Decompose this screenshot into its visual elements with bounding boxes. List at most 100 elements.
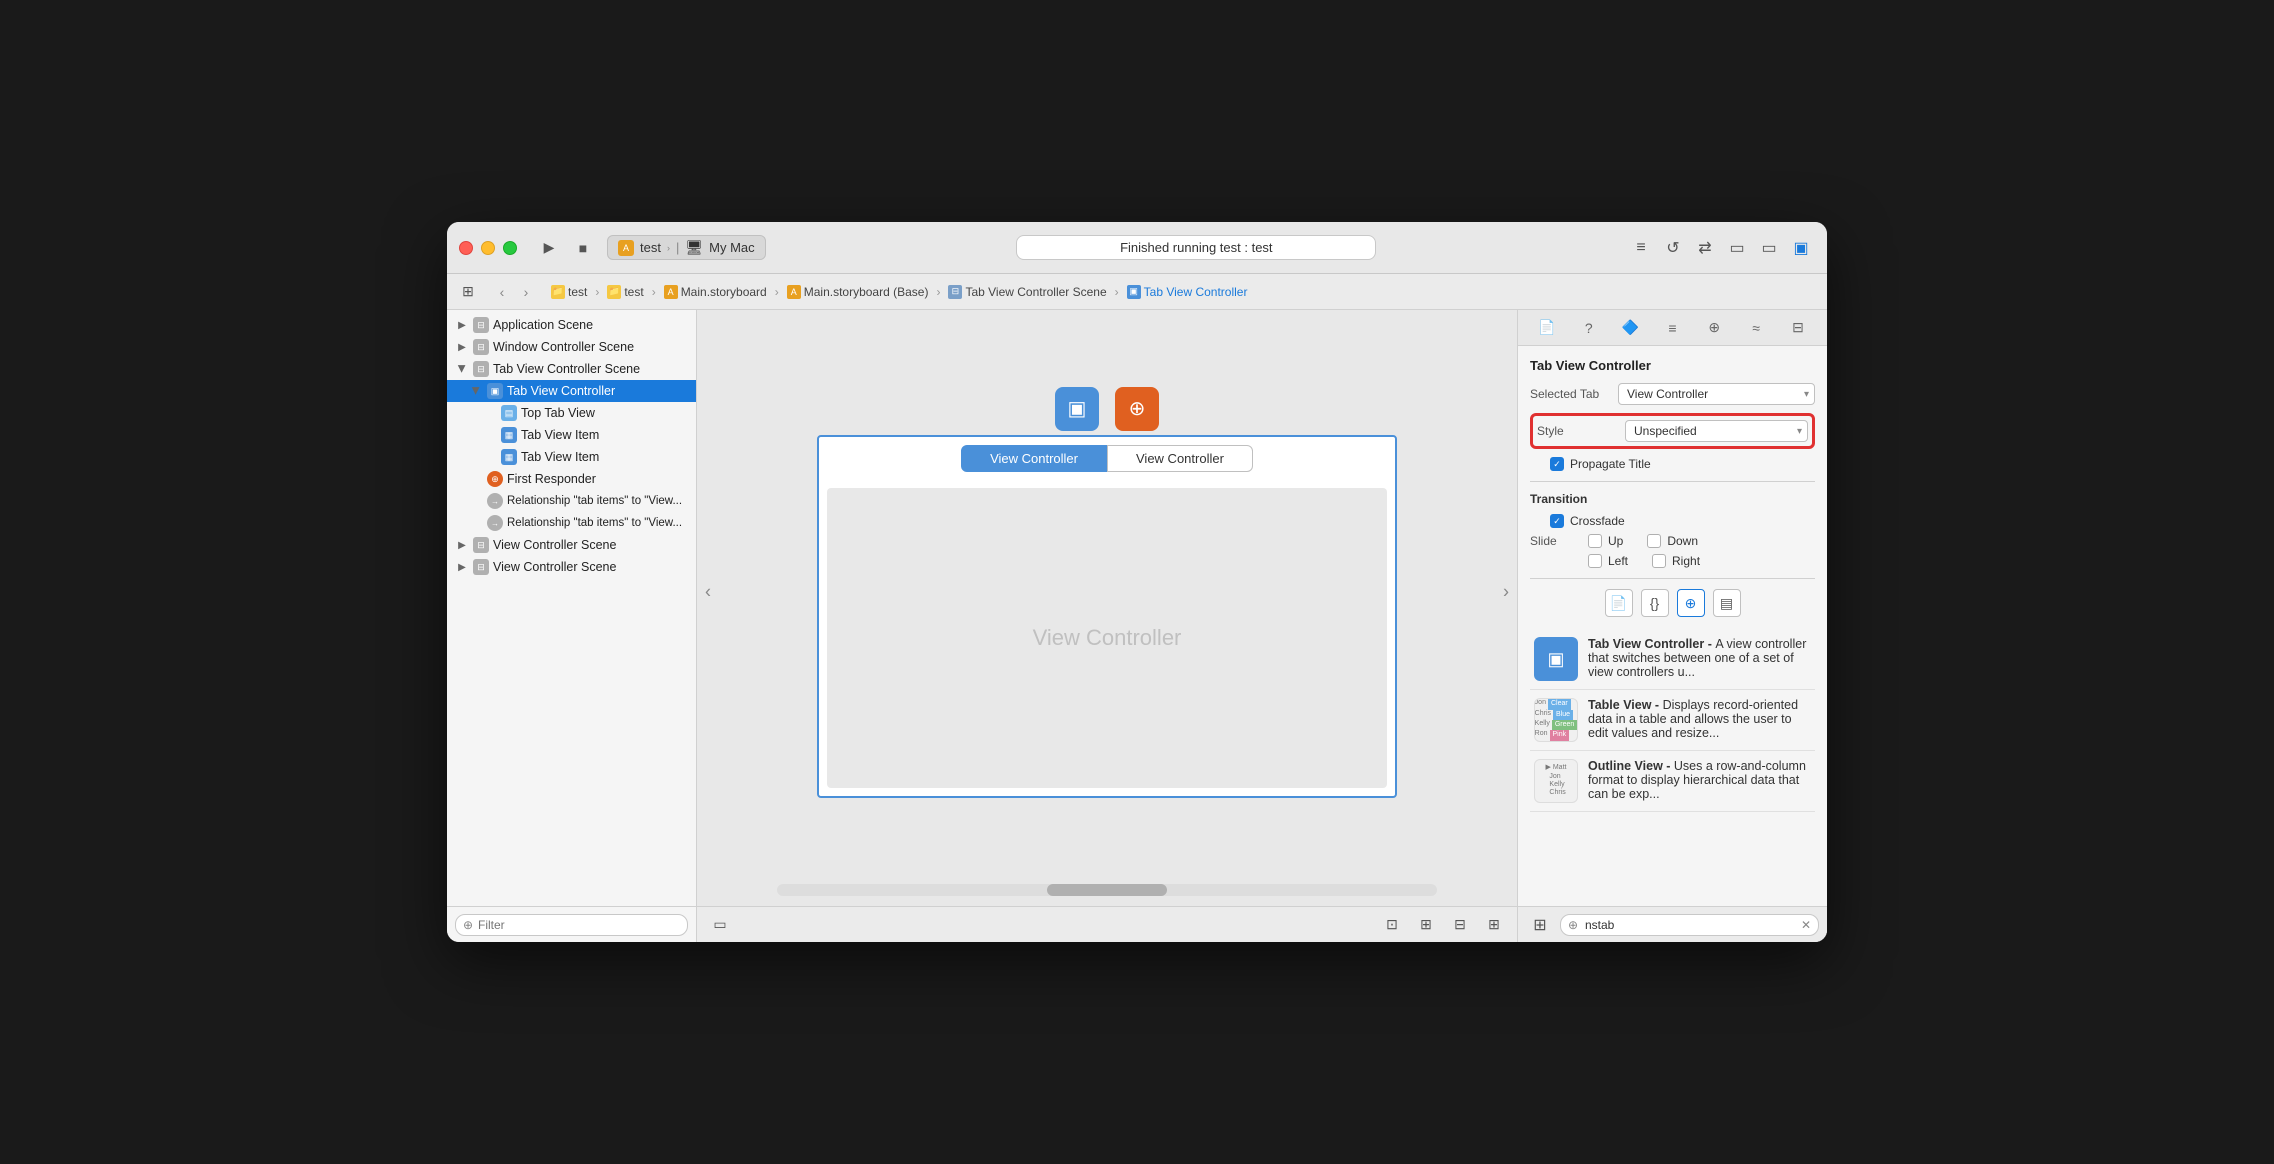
- slide-options-1: Up Down: [1588, 534, 1698, 548]
- storyboard-base-icon: A: [787, 285, 801, 299]
- expand-icon: ▶: [455, 560, 469, 574]
- tree-label: Tab View Controller: [507, 384, 615, 398]
- breadcrumb-storyboard[interactable]: A Main.storyboard: [660, 283, 771, 301]
- close-button[interactable]: [459, 241, 473, 255]
- sidebar-item-vc-scene-2[interactable]: ▶ ⊟ View Controller Scene: [447, 556, 696, 578]
- lib-desc-inline-table: Displays record-oriented data in a table…: [1588, 698, 1798, 740]
- slide-left-checkbox[interactable]: [1588, 554, 1602, 568]
- sidebar-item-first-responder[interactable]: ▶ ⊕ First Responder: [447, 468, 696, 490]
- tab-vc-scene-icon[interactable]: ▣: [1055, 387, 1099, 431]
- canvas-nav-right[interactable]: ›: [1503, 582, 1509, 603]
- toggle-sidebar-icon[interactable]: ▭: [709, 914, 731, 936]
- slide-right-opt: Right: [1652, 554, 1700, 568]
- help-inspector-tab[interactable]: ?: [1576, 315, 1602, 341]
- playback-controls: ▶ ■: [535, 234, 597, 262]
- sidebar-item-tab-item-2[interactable]: ▶ ▦ Tab View Item: [447, 446, 696, 468]
- sidebar-item-tab-scene[interactable]: ▶ ⊟ Tab View Controller Scene: [447, 358, 696, 380]
- lib-media-tab[interactable]: ▤: [1713, 589, 1741, 617]
- breadcrumb-tab-scene[interactable]: ⊟ Tab View Controller Scene: [944, 283, 1110, 301]
- run-button[interactable]: ▶: [535, 234, 563, 262]
- navigation-icon[interactable]: ⇄: [1691, 234, 1719, 262]
- breadcrumb-storyboard-base[interactable]: A Main.storyboard (Base): [783, 283, 933, 301]
- scheme-selector[interactable]: A test › | 🖥 My Mac: [607, 235, 766, 260]
- breadcrumb-test-folder[interactable]: 📁 test: [547, 283, 591, 301]
- tab-button-1[interactable]: View Controller: [961, 445, 1107, 472]
- lib-doc-tab[interactable]: 📄: [1605, 589, 1633, 617]
- lib-objects-tab[interactable]: ⊕: [1677, 589, 1705, 617]
- sidebar-item-tab-item-1[interactable]: ▶ ▦ Tab View Item: [447, 424, 696, 446]
- status-text: Finished running test : test: [1120, 240, 1272, 255]
- tree-label: View Controller Scene: [493, 560, 616, 574]
- search-clear-icon[interactable]: ✕: [1801, 918, 1811, 932]
- lib-item-outline-view[interactable]: ▶ Matt Jon Kelly Chris: [1530, 751, 1815, 812]
- sidebar-item-app-scene[interactable]: ▶ ⊟ Application Scene: [447, 314, 696, 336]
- slide-up-opt: Up: [1588, 534, 1623, 548]
- breadcrumb-tab-vc[interactable]: ▣ Tab View Controller: [1123, 283, 1252, 301]
- filter-input[interactable]: [455, 914, 688, 936]
- sidebar-item-relationship-2[interactable]: ▶ → Relationship "tab items" to "View...: [447, 512, 696, 534]
- sidebar-item-tab-vc[interactable]: ▶ ▣ Tab View Controller: [447, 380, 696, 402]
- first-responder-icon: ⊕: [487, 471, 503, 487]
- zoom-frame-icon[interactable]: ⊟: [1449, 914, 1471, 936]
- standard-editor-icon[interactable]: ▭: [1723, 234, 1751, 262]
- lib-text-tab-vc: Tab View Controller - A view controller …: [1588, 637, 1811, 681]
- stop-button[interactable]: ■: [569, 234, 597, 262]
- forward-button[interactable]: ›: [515, 281, 537, 303]
- library-search-input[interactable]: [1560, 914, 1819, 936]
- slide-up-checkbox[interactable]: [1588, 534, 1602, 548]
- navigator-toggle[interactable]: ⊞: [457, 281, 479, 303]
- canvas-scrollbar[interactable]: [777, 884, 1437, 896]
- slide-label: Slide: [1530, 534, 1580, 548]
- selected-tab-select[interactable]: View Controller: [1618, 383, 1815, 405]
- sidebar-item-vc-scene-1[interactable]: ▶ ⊟ View Controller Scene: [447, 534, 696, 556]
- lib-desc-inline-outline: Uses a row-and-column format to display …: [1588, 759, 1806, 801]
- slide-left-label: Left: [1608, 554, 1628, 568]
- code-review-icon[interactable]: ≡: [1627, 234, 1655, 262]
- tree-label: Top Tab View: [521, 406, 595, 420]
- lib-item-tab-vc[interactable]: ▣ Tab View Controller - A view controlle…: [1530, 629, 1815, 690]
- divider-1: [1530, 481, 1815, 482]
- identity-inspector-tab[interactable]: 🔷: [1618, 315, 1644, 341]
- tab-view-container: View Controller View Controller View Con…: [817, 435, 1397, 798]
- selected-tab-label: Selected Tab: [1530, 387, 1610, 401]
- assistant-icon[interactable]: ▣: [1787, 234, 1815, 262]
- canvas-nav-left[interactable]: ‹: [705, 582, 711, 603]
- back-button[interactable]: ‹: [491, 281, 513, 303]
- slide-right-checkbox[interactable]: [1652, 554, 1666, 568]
- connections-inspector-tab[interactable]: ⊕: [1701, 315, 1727, 341]
- propagate-title-row: ✓ Propagate Title: [1550, 457, 1815, 471]
- lib-code-tab[interactable]: {}: [1641, 589, 1669, 617]
- zoom-fit-icon[interactable]: ⊡: [1381, 914, 1403, 936]
- chevron-icon: ›: [667, 243, 670, 253]
- table-mini: Jon Clear Chris Blue Kelly Green: [1534, 698, 1578, 742]
- tab-button-2[interactable]: View Controller: [1107, 445, 1253, 472]
- file-inspector-tab[interactable]: 📄: [1534, 315, 1560, 341]
- crossfade-checkbox[interactable]: ✓: [1550, 514, 1564, 528]
- sidebar-item-top-tab[interactable]: ▶ ▤ Top Tab View: [447, 402, 696, 424]
- attributes-inspector-tab[interactable]: ≡: [1659, 315, 1685, 341]
- lib-item-table-view[interactable]: Jon Clear Chris Blue Kelly Green: [1530, 690, 1815, 751]
- relationship-icon: →: [487, 493, 503, 509]
- canvas-icon[interactable]: ▭: [1755, 234, 1783, 262]
- sidebar: ▶ ⊟ Application Scene ▶ ⊟ Window Control…: [447, 310, 697, 942]
- bindings-inspector-tab[interactable]: ≈: [1743, 315, 1769, 341]
- sidebar-item-window-scene[interactable]: ▶ ⊟ Window Controller Scene: [447, 336, 696, 358]
- bc-label-storyboard: Main.storyboard: [681, 285, 767, 299]
- size-inspector-tab[interactable]: ⊟: [1785, 315, 1811, 341]
- search-wrap: ⊕ ✕: [1560, 914, 1819, 936]
- zoom-equal-icon[interactable]: ⊞: [1415, 914, 1437, 936]
- sidebar-item-relationship-1[interactable]: ▶ → Relationship "tab items" to "View...: [447, 490, 696, 512]
- rulers-icon[interactable]: ⊞: [1483, 914, 1505, 936]
- blame-icon[interactable]: ↺: [1659, 234, 1687, 262]
- propagate-title-checkbox[interactable]: ✓: [1550, 457, 1564, 471]
- breadcrumb-test-subfolder[interactable]: 📁 test: [603, 283, 647, 301]
- style-select[interactable]: Unspecified Top Tabs Bottom Tabs Left Ta…: [1625, 420, 1808, 442]
- lib-title-table-view: Table View - Displays record-oriented da…: [1588, 698, 1811, 740]
- maximize-button[interactable]: [503, 241, 517, 255]
- scene-icon: ⊟: [473, 361, 489, 377]
- canvas-scroll[interactable]: ‹ ▣ ⊕ View Controller View Controller Vi…: [697, 310, 1517, 874]
- first-responder-scene-icon[interactable]: ⊕: [1115, 387, 1159, 431]
- slide-down-checkbox[interactable]: [1647, 534, 1661, 548]
- grid-view-icon[interactable]: ⊞: [1526, 911, 1554, 939]
- minimize-button[interactable]: [481, 241, 495, 255]
